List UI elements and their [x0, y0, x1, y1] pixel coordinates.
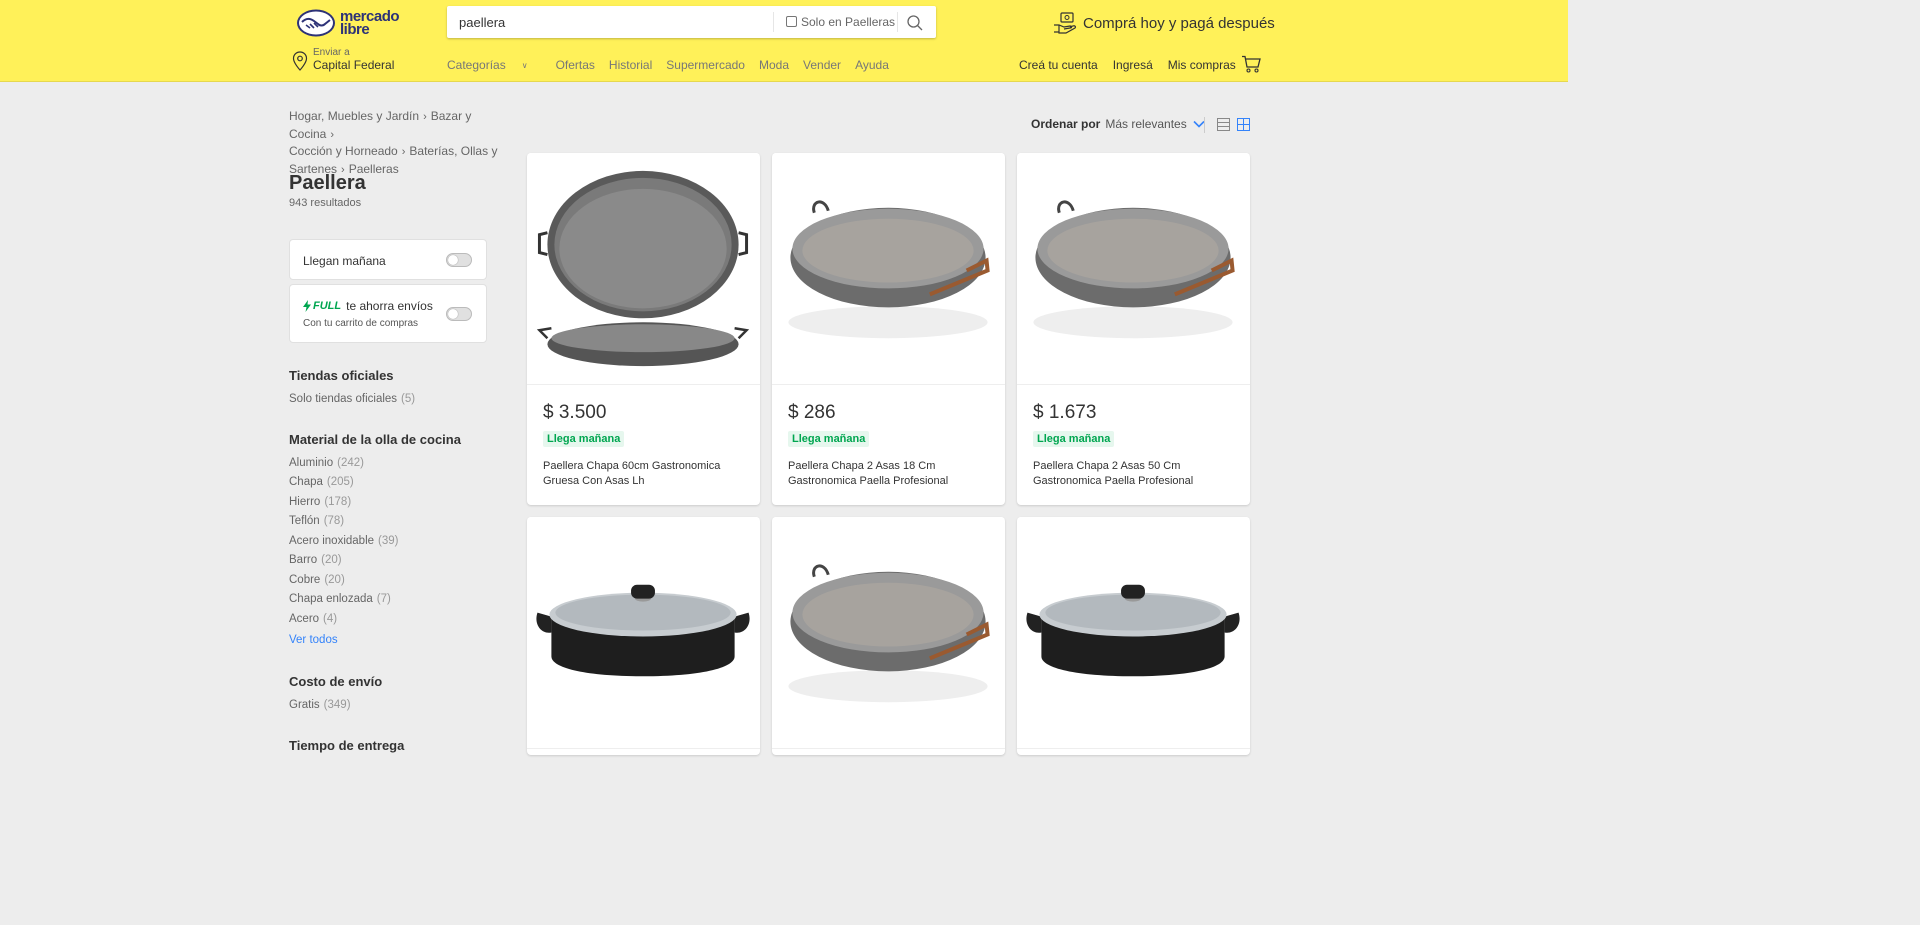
- filter-material-item[interactable]: Chapa (205): [289, 476, 354, 488]
- llegan-manana-label: Llegan mañana: [303, 254, 386, 268]
- filter-material-item[interactable]: Chapa enlozada (7): [289, 593, 391, 605]
- header: mercado libre Solo en Paelleras Comprá h…: [0, 0, 1568, 82]
- chevron-right-icon: ›: [330, 128, 335, 141]
- product-price: $ 3.500: [543, 402, 607, 423]
- filter-envio-gratis[interactable]: Gratis (349): [289, 699, 351, 711]
- product-price: $ 286: [788, 402, 836, 423]
- grid-view-icon[interactable]: [1237, 118, 1250, 131]
- breadcrumb-item[interactable]: Cocción y Horneado: [289, 144, 398, 158]
- tiempo-entrega-title: Tiempo de entrega: [289, 738, 405, 753]
- main-nav: Categorías ∨ Ofertas Historial Supermerca…: [447, 58, 903, 72]
- divider: [1204, 117, 1205, 133]
- login-link[interactable]: Ingresá: [1113, 58, 1153, 72]
- product-title[interactable]: Paellera Chapa 60cm Gastronomica Gruesa …: [543, 459, 743, 489]
- product-image[interactable]: [1017, 153, 1250, 385]
- mercadolibre-logo[interactable]: mercado libre: [296, 7, 408, 39]
- product-card[interactable]: $ 286 Llega mañana Paellera Chapa 2 Asas…: [772, 153, 1005, 505]
- location-city: Capital Federal: [313, 58, 395, 72]
- delivery-badge: Llega mañana: [788, 431, 870, 447]
- sort-dropdown[interactable]: Ordenar por Más relevantes: [1031, 117, 1205, 131]
- nav-historial[interactable]: Historial: [609, 58, 652, 72]
- location-label: Enviar a: [313, 47, 350, 58]
- nav-supermercado[interactable]: Supermercado: [666, 58, 745, 72]
- costo-envio-title: Costo de envío: [289, 674, 383, 689]
- full-subtitle: Con tu carrito de compras: [303, 318, 419, 329]
- chevron-down-icon: ∨: [521, 61, 528, 70]
- filter-solo-tiendas-oficiales[interactable]: Solo tiendas oficiales (5): [289, 393, 415, 405]
- product-title[interactable]: Paellera Chapa 2 Asas 50 Cm Gastronomica…: [1033, 459, 1233, 489]
- promo-text: Comprá hoy y pagá después: [1083, 14, 1275, 32]
- location-pin-icon: [292, 51, 308, 71]
- chevron-down-icon: [1193, 120, 1205, 128]
- search-input[interactable]: [459, 6, 769, 38]
- account-nav: Creá tu cuenta Ingresá Mis compras: [1019, 58, 1251, 72]
- nav-ofertas[interactable]: Ofertas: [556, 58, 595, 72]
- filter-material-item[interactable]: Teflón (78): [289, 515, 344, 527]
- filter-material-item[interactable]: Hierro (178): [289, 496, 351, 508]
- full-filter: FULL te ahorra envíos Con tu carrito de …: [289, 284, 487, 343]
- nav-ayuda[interactable]: Ayuda: [855, 58, 889, 72]
- llegan-manana-filter: Llegan mañana: [289, 239, 487, 280]
- list-view-icon[interactable]: [1217, 118, 1230, 131]
- full-badge: FULL: [303, 300, 341, 312]
- chevron-right-icon: ›: [423, 111, 427, 123]
- delivery-badge: Llega mañana: [1033, 431, 1115, 447]
- product-card[interactable]: $ 1.673 Llega mañana Paellera Chapa 2 As…: [1017, 153, 1250, 505]
- sort-value: Más relevantes: [1105, 117, 1187, 131]
- result-count: 943 resultados: [289, 197, 362, 209]
- search-bar: Solo en Paelleras: [447, 6, 936, 38]
- product-image[interactable]: [527, 153, 760, 385]
- llegan-manana-toggle[interactable]: [446, 253, 472, 267]
- material-title: Material de la olla de cocina: [289, 432, 461, 447]
- nav-moda[interactable]: Moda: [759, 58, 789, 72]
- handshake-logo-icon: [297, 9, 335, 37]
- divider: [773, 12, 774, 32]
- product-image[interactable]: [772, 153, 1005, 385]
- nav-categorias[interactable]: Categorías ∨: [447, 58, 542, 72]
- breadcrumb: Hogar, Muebles y Jardín › Bazar y Cocina › …: [289, 108, 519, 178]
- sort-label: Ordenar por: [1031, 117, 1101, 131]
- search-icon[interactable]: [905, 13, 925, 33]
- divider: [897, 12, 898, 32]
- product-card[interactable]: [527, 517, 760, 755]
- create-account-link[interactable]: Creá tu cuenta: [1019, 58, 1098, 72]
- product-card[interactable]: [772, 517, 1005, 755]
- product-price: $ 1.673: [1033, 402, 1097, 423]
- full-toggle[interactable]: [446, 307, 472, 321]
- product-image[interactable]: [527, 517, 760, 749]
- hand-money-icon: [1054, 12, 1076, 34]
- product-image[interactable]: [1017, 517, 1250, 749]
- filter-material-item[interactable]: Acero inoxidable (39): [289, 535, 398, 547]
- lightning-icon: [303, 300, 311, 312]
- page-title: Paellera: [289, 172, 366, 194]
- solo-en-paelleras-checkbox[interactable]: [786, 16, 797, 27]
- product-card[interactable]: $ 3.500 Llega mañana Paellera Chapa 60cm…: [527, 153, 760, 505]
- filter-material-item[interactable]: Aluminio (242): [289, 457, 364, 469]
- cart-icon[interactable]: [1241, 55, 1261, 73]
- product-title[interactable]: Paellera Chapa 2 Asas 18 Cm Gastronomica…: [788, 459, 988, 489]
- product-card[interactable]: [1017, 517, 1250, 755]
- my-purchases-link[interactable]: Mis compras: [1168, 58, 1236, 72]
- shipping-location[interactable]: Enviar a Capital Federal: [292, 47, 394, 72]
- product-image[interactable]: [772, 517, 1005, 749]
- chevron-right-icon: ›: [401, 146, 406, 158]
- breadcrumb-item[interactable]: Hogar, Muebles y Jardín: [289, 109, 419, 123]
- solo-en-paelleras-label[interactable]: Solo en Paelleras: [801, 15, 895, 29]
- full-text: te ahorra envíos: [346, 299, 433, 313]
- tiendas-oficiales-title: Tiendas oficiales: [289, 368, 394, 383]
- nav-vender[interactable]: Vender: [803, 58, 841, 72]
- filter-material-item[interactable]: Barro (20): [289, 554, 342, 566]
- filter-material-item[interactable]: Acero (4): [289, 613, 337, 625]
- delivery-badge: Llega mañana: [543, 431, 625, 447]
- filter-material-item[interactable]: Cobre (20): [289, 574, 345, 586]
- promo-banner[interactable]: Comprá hoy y pagá después: [1053, 12, 1275, 34]
- see-all-link[interactable]: Ver todos: [289, 634, 338, 646]
